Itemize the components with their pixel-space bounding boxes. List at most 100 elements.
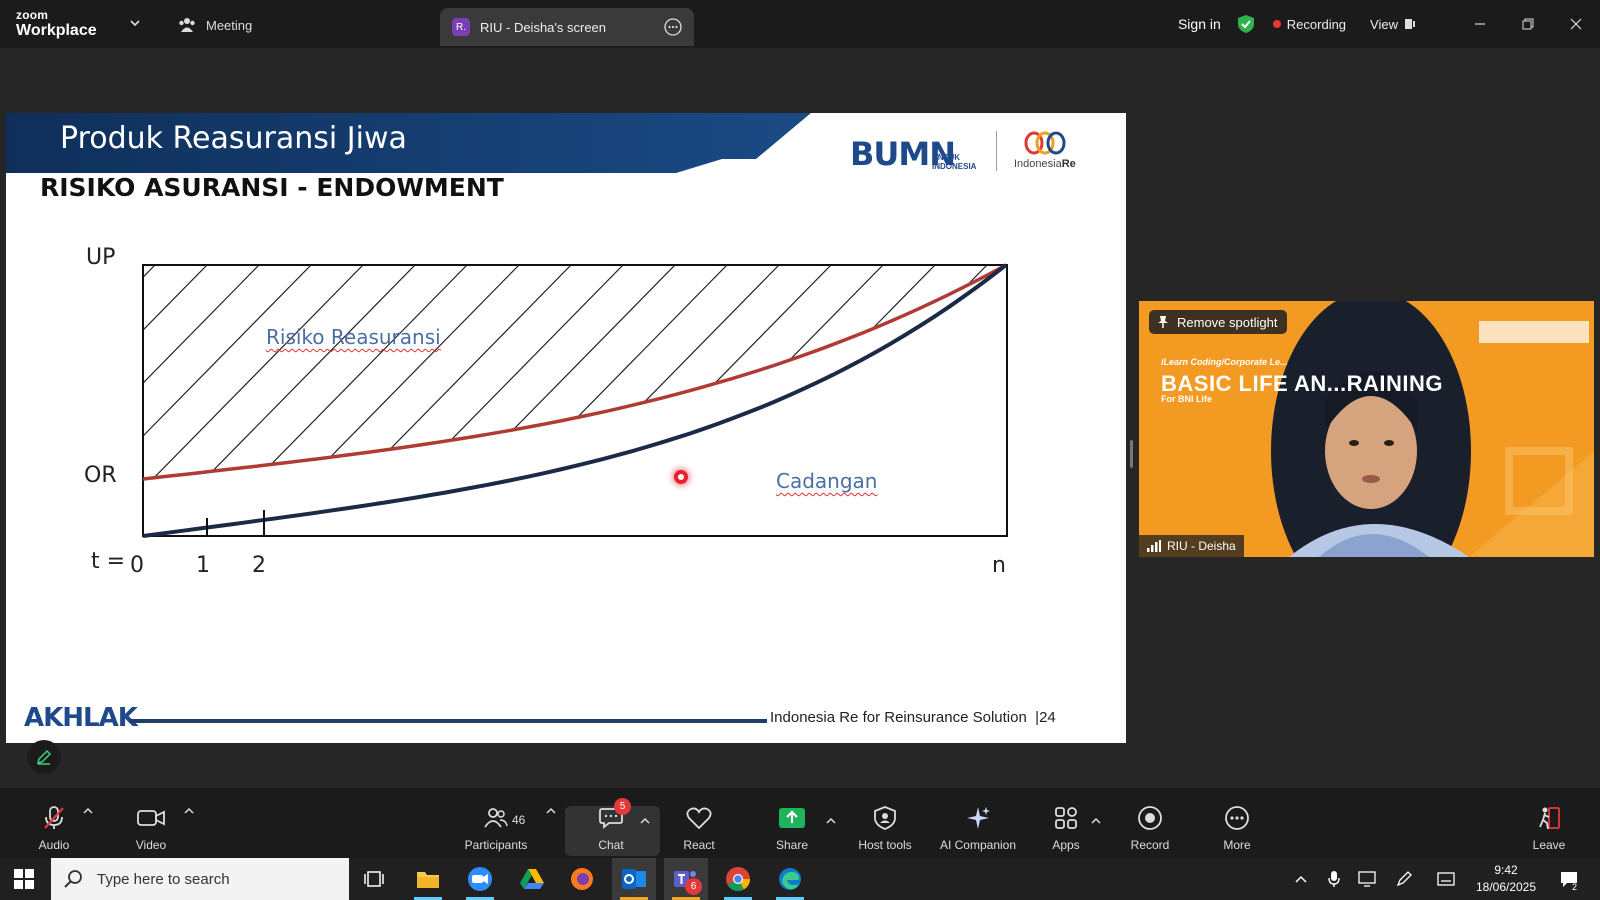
hatch-line <box>454 265 676 479</box>
annotate-button[interactable] <box>27 740 61 774</box>
remove-spotlight-button[interactable]: Remove spotlight <box>1149 310 1288 334</box>
google-drive-app[interactable] <box>510 858 554 900</box>
microphone-tray-button[interactable] <box>1322 858 1346 900</box>
keyboard-tray-button[interactable] <box>1434 858 1458 900</box>
file-explorer-app[interactable] <box>406 858 450 900</box>
display-tray-button[interactable] <box>1355 858 1379 900</box>
panel-resize-handle[interactable] <box>1130 440 1133 468</box>
clock-time: 9:42 <box>1494 863 1518 877</box>
title-bar: zoom Workplace Meeting R. RIU - Deisha's… <box>0 0 1600 48</box>
akhlak-logo: AKHLAK <box>24 703 138 733</box>
task-view-button[interactable] <box>352 858 396 900</box>
banner-small-text: iLearn Coding/Corporate Le... <box>1161 357 1288 367</box>
search-placeholder: Type here to search <box>97 870 230 888</box>
taskbar-clock[interactable]: 9:42 18/06/2025 <box>1468 862 1544 896</box>
view-button[interactable]: View <box>1370 17 1416 32</box>
indonesia-re-logo: IndonesiaRe <box>1014 158 1076 170</box>
display-icon <box>1358 871 1376 887</box>
participant-video-tile[interactable]: iLearn Coding/Corporate Le... BASIC LIFE… <box>1139 301 1594 557</box>
ai-companion-button[interactable]: AI Companion <box>934 798 1022 852</box>
taskbar-search-box[interactable]: Type here to search <box>51 858 349 900</box>
hatch-line <box>1027 265 1106 489</box>
ai-companion-label: AI Companion <box>939 838 1017 852</box>
bumn-logo-sub: UNTUK INDONESIA <box>932 153 977 171</box>
hatch-line <box>922 265 1006 479</box>
slide-header-title: Produk Reasuransi Jiwa <box>60 121 407 156</box>
record-button[interactable]: Record <box>1108 798 1192 852</box>
video-button[interactable]: Video <box>109 798 193 852</box>
more-button[interactable]: More <box>1195 798 1279 852</box>
recording-dot-icon <box>1272 20 1281 28</box>
firefox-icon <box>571 868 593 890</box>
hatch-line <box>194 265 416 479</box>
pin-icon <box>1158 316 1168 328</box>
zoom-workplace-logo: zoom Workplace <box>16 9 97 39</box>
host-shield-icon <box>874 806 896 830</box>
apps-grid-icon <box>1055 807 1077 829</box>
logo-separator <box>996 131 997 171</box>
video-camera-icon <box>137 810 165 826</box>
participants-button[interactable]: Participants <box>454 798 538 852</box>
video-label: Video <box>135 838 167 852</box>
google-drive-icon <box>520 869 544 889</box>
hatch-line <box>143 265 312 479</box>
pen-tray-button[interactable] <box>1392 858 1416 900</box>
hatch-line <box>143 265 208 479</box>
video-options-caret-icon[interactable] <box>183 805 195 817</box>
show-hidden-icons-button[interactable] <box>1290 858 1312 900</box>
sign-in-button[interactable]: Sign in <box>1178 16 1221 32</box>
screen-share-tab[interactable]: R. RIU - Deisha's screen <box>440 8 694 46</box>
view-layout-icon <box>1405 19 1415 29</box>
chrome-app[interactable] <box>716 858 760 900</box>
teams-app[interactable]: 6 <box>664 858 708 900</box>
participant-name-tag: RIU - Deisha <box>1139 535 1244 557</box>
more-options-icon[interactable] <box>664 18 682 36</box>
hatch-line <box>610 265 832 479</box>
close-button[interactable] <box>1552 0 1600 48</box>
meeting-tab[interactable]: Meeting <box>178 14 252 36</box>
chevron-down-icon[interactable] <box>128 16 142 30</box>
teams-badge: 6 <box>685 878 702 895</box>
share-button[interactable]: Share <box>750 798 834 852</box>
risk-line <box>142 263 1007 481</box>
recording-indicator[interactable]: Recording <box>1272 17 1346 32</box>
reserve-line <box>142 263 1008 538</box>
y-label-up: UP <box>86 245 116 270</box>
participants-options-caret-icon[interactable] <box>545 805 557 817</box>
restore-icon <box>1522 18 1534 30</box>
hatch-line <box>143 265 260 479</box>
screen-tab-label: RIU - Deisha's screen <box>480 19 607 35</box>
react-button[interactable]: React <box>657 798 741 852</box>
participants-count: 46 <box>512 813 526 827</box>
minimize-icon <box>1475 23 1485 25</box>
share-options-caret-icon[interactable] <box>825 815 837 827</box>
edge-app[interactable] <box>768 858 812 900</box>
search-icon <box>64 870 82 888</box>
chat-options-caret-icon[interactable] <box>639 815 651 827</box>
audio-options-caret-icon[interactable] <box>82 805 94 817</box>
security-shield-icon[interactable] <box>1237 14 1255 34</box>
notifications-button[interactable]: 2 <box>1554 858 1584 900</box>
host-tools-button[interactable]: Host tools <box>843 798 927 852</box>
more-dots-icon <box>1225 806 1249 830</box>
record-label: Record <box>1130 838 1170 852</box>
view-label: View <box>1370 16 1398 32</box>
apps-options-caret-icon[interactable] <box>1090 815 1102 827</box>
notification-count: 2 <box>1572 882 1578 892</box>
hatch-line <box>143 265 364 479</box>
zoom-app[interactable] <box>458 858 502 900</box>
minimize-button[interactable] <box>1456 0 1504 48</box>
hatch-line <box>766 265 988 479</box>
microphone-icon <box>1328 871 1340 887</box>
pencil-icon <box>36 749 52 765</box>
record-icon <box>1138 806 1162 830</box>
restore-button[interactable] <box>1504 0 1552 48</box>
zoom-app-icon <box>468 867 492 891</box>
x-tick-0: 0 <box>130 553 144 578</box>
audio-label: Audio <box>38 838 70 852</box>
chart-frame <box>142 264 1008 537</box>
leave-button[interactable]: Leave <box>1509 798 1589 852</box>
outlook-app[interactable] <box>612 858 656 900</box>
windows-start-icon[interactable] <box>14 869 34 889</box>
firefox-app[interactable] <box>560 858 604 900</box>
